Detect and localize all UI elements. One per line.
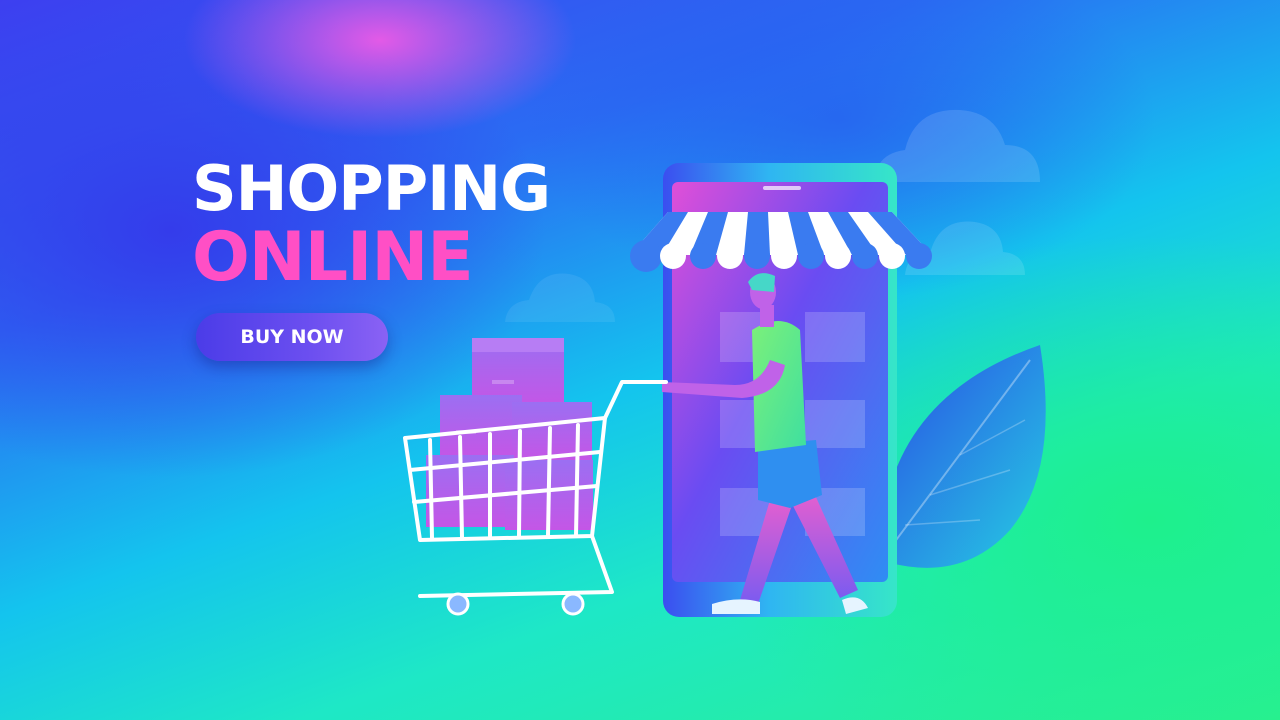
leaf-icon (880, 345, 1046, 568)
cloud-icon (505, 273, 615, 322)
headline-shopping: SHOPPING (192, 152, 551, 225)
striped-awning (630, 212, 932, 272)
shopping-illustration (403, 109, 1046, 617)
cart-wheel-icon (446, 592, 585, 616)
headline-online: ONLINE (192, 218, 474, 297)
cloud-icon (875, 109, 1040, 182)
buy-now-button[interactable]: BUY NOW (196, 313, 388, 361)
